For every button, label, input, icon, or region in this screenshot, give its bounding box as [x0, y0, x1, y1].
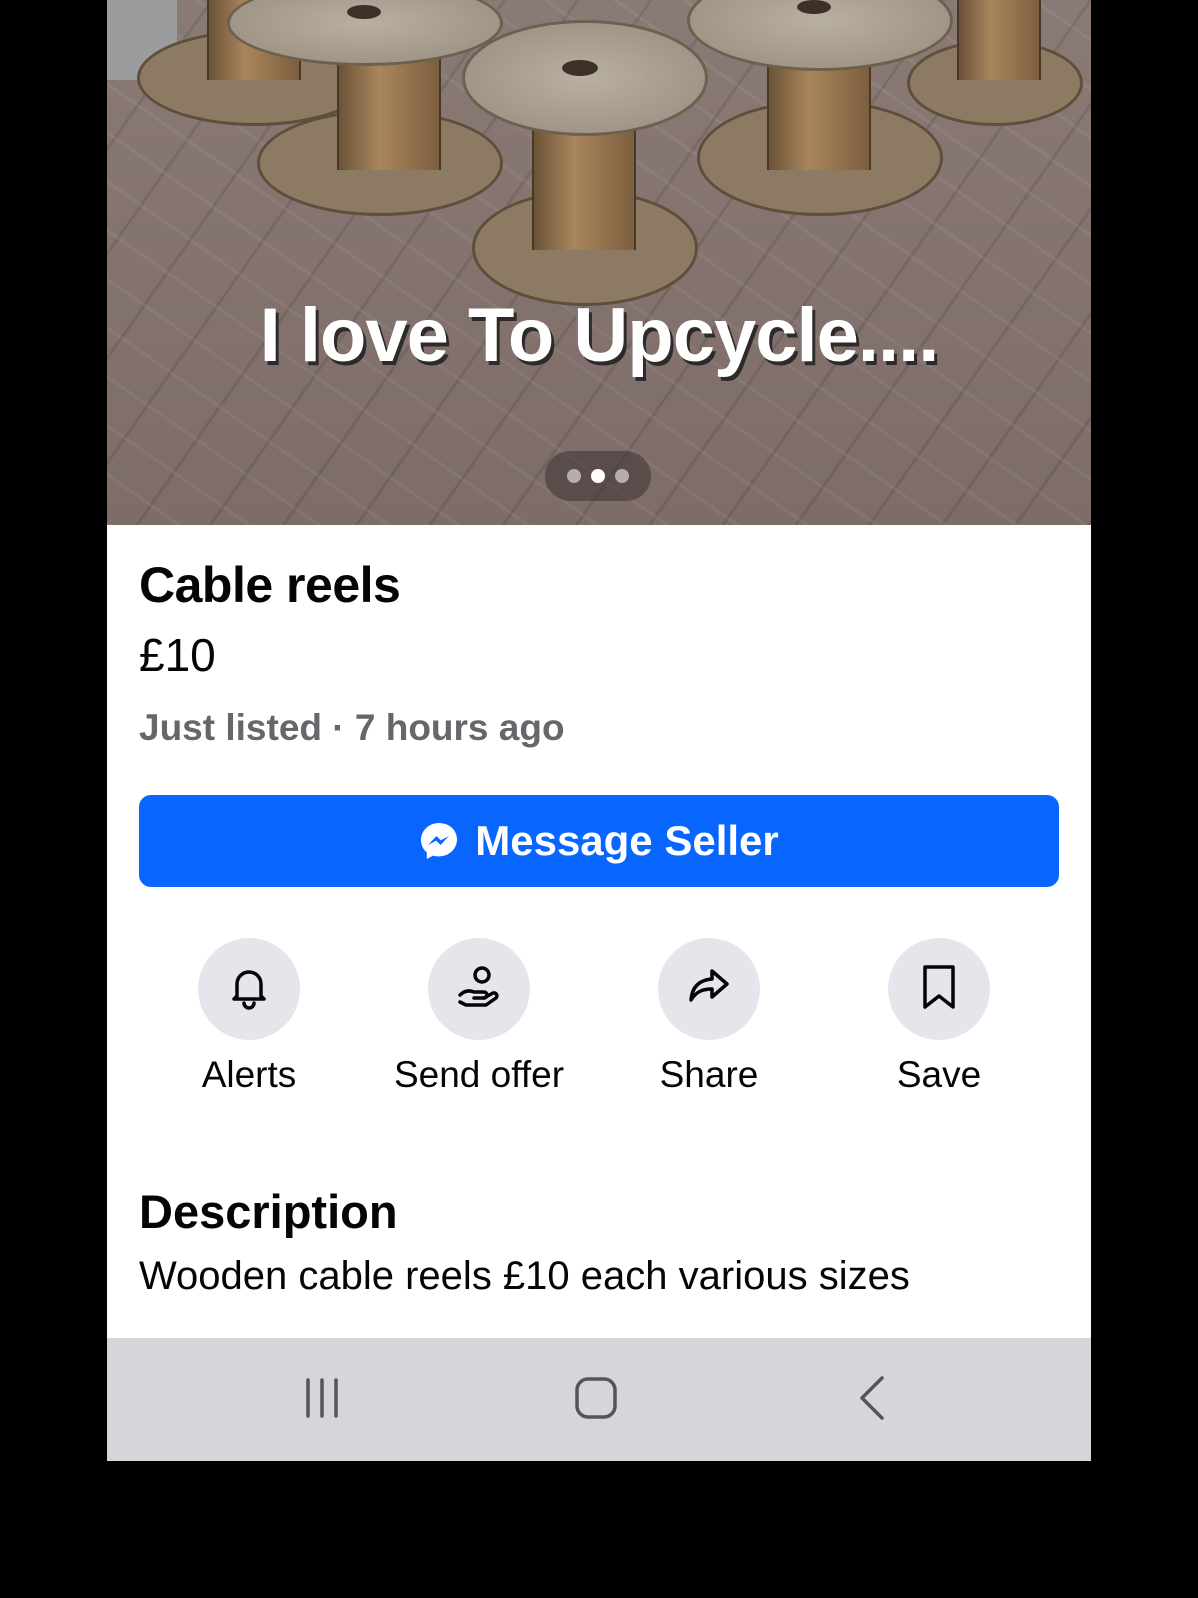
listing-photo[interactable]: I love To Upcycle....	[107, 0, 1091, 525]
bell-icon	[225, 963, 273, 1016]
messenger-icon	[419, 821, 459, 861]
home-button[interactable]	[566, 1373, 626, 1427]
listing-price: £10	[139, 629, 216, 681]
save-circle	[888, 938, 990, 1040]
share-arrow-icon	[684, 962, 734, 1017]
photo-overlay-text: I love To Upcycle....	[259, 293, 940, 378]
message-seller-button[interactable]: Message Seller	[139, 795, 1059, 887]
alerts-circle	[198, 938, 300, 1040]
listing-meta: Just listed · 7 hours ago	[139, 707, 565, 748]
save-label: Save	[896, 1054, 982, 1095]
listing-title: Cable reels	[139, 557, 401, 613]
listing-actions: Alerts Send offer Share Save	[107, 938, 1091, 1108]
back-chevron-icon	[852, 1375, 892, 1426]
bookmark-icon	[916, 962, 962, 1017]
back-button[interactable]	[842, 1373, 902, 1427]
description-heading: Description	[139, 1185, 398, 1238]
save-button[interactable]: Save	[829, 938, 1049, 1096]
carousel-dot	[615, 469, 629, 483]
message-seller-label: Message Seller	[475, 817, 779, 864]
share-label: Share	[659, 1054, 759, 1095]
cable-reel-image	[462, 20, 722, 306]
carousel-dot-active	[591, 469, 605, 483]
share-button[interactable]: Share	[599, 938, 819, 1096]
recent-apps-button[interactable]	[292, 1373, 352, 1427]
alerts-button[interactable]: Alerts	[139, 938, 359, 1096]
send-offer-button[interactable]: Send offer	[369, 938, 589, 1096]
carousel-dot	[567, 469, 581, 483]
marketplace-listing-screen: I love To Upcycle.... Cable reels £10 Ju…	[107, 0, 1091, 1461]
offer-hand-icon	[454, 962, 504, 1017]
carousel-indicator[interactable]	[545, 451, 651, 501]
home-icon	[573, 1375, 619, 1426]
description-text: Wooden cable reels £10 each various size…	[139, 1254, 910, 1298]
alerts-label: Alerts	[201, 1054, 297, 1095]
cable-reel-image	[887, 0, 1087, 130]
system-navigation-bar	[107, 1338, 1091, 1461]
send-offer-circle	[428, 938, 530, 1040]
recent-apps-icon	[300, 1376, 344, 1425]
send-offer-label: Send offer	[393, 1054, 565, 1095]
share-circle	[658, 938, 760, 1040]
